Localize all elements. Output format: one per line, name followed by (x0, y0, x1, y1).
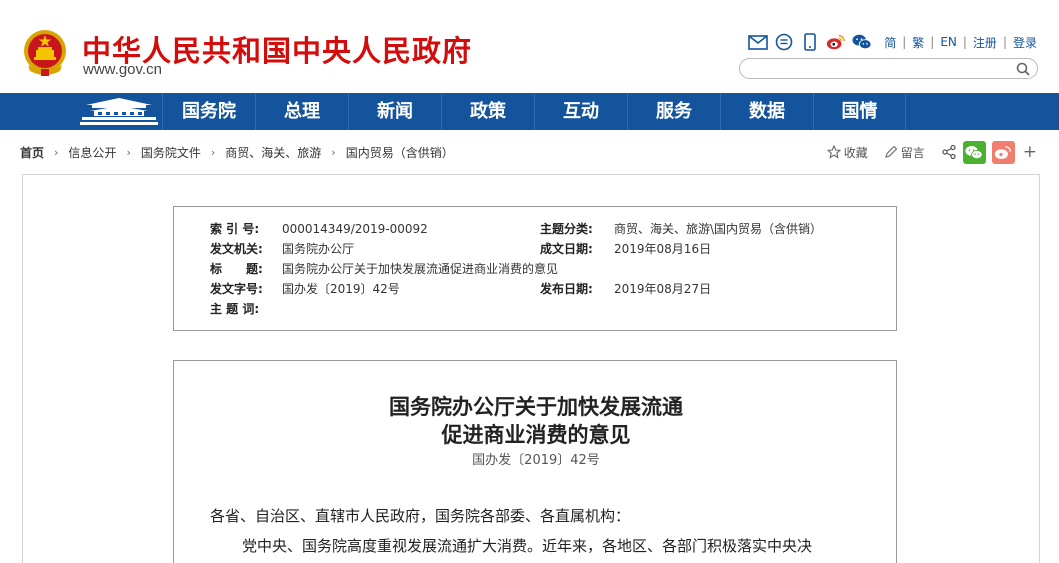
search-icon[interactable] (1015, 61, 1031, 77)
favorite-label: 收藏 (843, 145, 868, 160)
header-toolbar: 简 | 繁 | EN | 注册 | 登录 (748, 32, 1037, 52)
mobile-icon[interactable] (800, 33, 820, 51)
more-share-icon[interactable]: + (1023, 142, 1037, 162)
nav-item-premier[interactable]: 总理 (255, 93, 348, 130)
article-title-line-1: 国务院办公厅关于加快发展流通 (389, 394, 683, 419)
divider: | (962, 35, 967, 49)
article-document-number: 国办发〔2019〕42号 (472, 453, 600, 468)
share-weibo-icon[interactable] (991, 140, 1015, 164)
issuer-label: 发文机关: (210, 242, 263, 256)
comment-button[interactable]: 留言 (884, 144, 925, 161)
nav-item-interaction[interactable]: 互动 (534, 93, 627, 130)
share-icon[interactable] (941, 144, 957, 160)
publish-date-value: 2019年08月27日 (614, 282, 712, 296)
date-written-value: 2019年08月16日 (614, 242, 712, 256)
site-url[interactable]: www.gov.cn (83, 61, 162, 78)
title-label: 标 题: (210, 262, 263, 276)
nav-item-services[interactable]: 服务 (627, 93, 720, 130)
document-number-value: 国办发〔2019〕42号 (282, 282, 400, 296)
chevron-right-icon: › (54, 145, 59, 159)
header-links: 简 | 繁 | EN | 注册 | 登录 (884, 34, 1037, 51)
article-salutation: 各省、自治区、直辖市人民政府，国务院各部委、各直属机构： (210, 507, 631, 525)
breadcrumb-state-council-docs[interactable]: 国务院文件 (141, 144, 201, 161)
share-wechat-icon[interactable] (962, 140, 986, 164)
chevron-right-icon: › (331, 145, 336, 159)
chevron-right-icon: › (210, 145, 216, 159)
nav-item-news[interactable]: 新闻 (348, 93, 441, 130)
nav-items: 国务院 总理 新闻 政策 互动 服务 数据 国情 (162, 93, 906, 130)
nav-item-policy[interactable]: 政策 (441, 93, 534, 130)
article-actions: 收藏 留言 + (826, 140, 1037, 164)
article-content: 国务院办公厅关于加快发展流通 促进商业消费的意见 国办发〔2019〕42号 各省… (173, 360, 897, 563)
comment-label: 留言 (900, 145, 925, 160)
tiananmen-icon[interactable] (78, 96, 160, 127)
date-written-label: 成文日期: (540, 242, 593, 256)
divider: | (1002, 35, 1007, 49)
breadcrumb: 首页 › 信息公开 › 国务院文件 › 商贸、海关、旅游 › 国内贸易（含供销） (20, 143, 454, 161)
breadcrumb-trade-customs-tourism[interactable]: 商贸、海关、旅游 (225, 144, 321, 161)
chevron-right-icon: › (126, 145, 131, 159)
wechat-icon[interactable] (852, 33, 872, 51)
site-header: 中华人民共和国中央人民政府 www.gov.cn 简 | 繁 | EN | 注册… (0, 0, 1059, 93)
nav-item-state-council[interactable]: 国务院 (162, 93, 255, 130)
category-value: 商贸、海关、旅游\国内贸易（含供销） (614, 222, 823, 236)
main-nav: 国务院 总理 新闻 政策 互动 服务 数据 国情 (0, 93, 1059, 130)
search-box (739, 58, 1038, 79)
publish-date-label: 发布日期: (540, 282, 593, 296)
pencil-icon (884, 145, 898, 158)
register-link[interactable]: 注册 (973, 34, 997, 51)
breadcrumb-domestic-trade[interactable]: 国内贸易（含供销） (346, 144, 454, 161)
national-emblem-icon[interactable] (22, 27, 68, 77)
search-input[interactable] (750, 61, 1010, 77)
mail-icon[interactable] (748, 33, 768, 51)
star-icon (826, 145, 841, 159)
index-number-label: 索 引 号: (210, 222, 260, 236)
issuer-value: 国务院办公厅 (282, 242, 355, 256)
index-number-value: 000014349/2019-00092 (282, 222, 428, 236)
title-value: 国务院办公厅关于加快发展流通促进商业消费的意见 (282, 262, 559, 276)
traditional-chinese-link[interactable]: 繁 (912, 34, 924, 51)
keywords-label: 主 题 词: (210, 302, 260, 316)
article-paragraph: 党中央、国务院高度重视发展流通扩大消费。近年来，各地区、各部门积极落实中央决 (242, 537, 813, 555)
nav-item-national-info[interactable]: 国情 (813, 93, 906, 130)
message-icon[interactable] (774, 33, 794, 51)
breadcrumb-home[interactable]: 首页 (20, 144, 44, 161)
divider: | (902, 35, 907, 49)
english-link[interactable]: EN (940, 35, 957, 49)
divider: | (930, 35, 935, 49)
breadcrumb-info-disclosure[interactable]: 信息公开 (68, 144, 116, 161)
simplified-chinese-link[interactable]: 简 (884, 34, 896, 51)
favorite-button[interactable]: 收藏 (826, 144, 868, 161)
login-link[interactable]: 登录 (1013, 34, 1037, 51)
weibo-icon[interactable] (826, 33, 846, 51)
category-label: 主题分类: (540, 222, 593, 236)
document-number-label: 发文字号: (210, 282, 263, 296)
article-title-line-2: 促进商业消费的意见 (441, 422, 631, 447)
document-metadata-table: 索 引 号: 000014349/2019-00092 主题分类: 商贸、海关、… (173, 206, 897, 331)
nav-item-data[interactable]: 数据 (720, 93, 813, 130)
